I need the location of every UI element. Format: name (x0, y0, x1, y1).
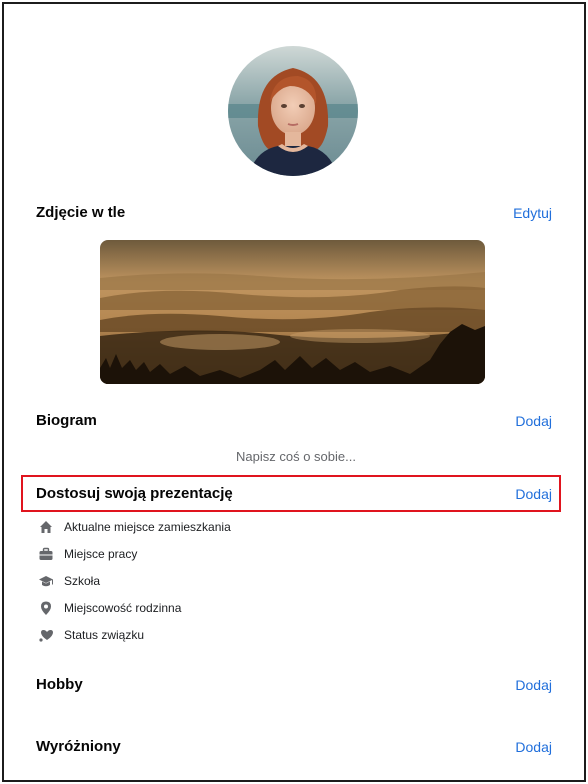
avatar[interactable] (228, 46, 358, 176)
avatar-image (228, 46, 358, 176)
add-hobby-button[interactable]: Dodaj (515, 677, 552, 693)
heart-icon (38, 627, 54, 643)
featured-title: Wyróżniony (36, 738, 121, 755)
detail-label: Status związku (64, 628, 145, 642)
location-pin-icon (38, 600, 54, 616)
profile-edit-panel: Zdjęcie w tle Edytuj Biogram Dodaj Napis… (2, 2, 586, 782)
edit-cover-button[interactable]: Edytuj (513, 205, 552, 221)
detail-relationship[interactable]: Status związku (38, 625, 144, 645)
detail-label: Miejsce pracy (64, 547, 138, 561)
bio-title: Biogram (36, 412, 97, 429)
detail-hometown[interactable]: Miejscowość rodzinna (38, 598, 181, 618)
add-featured-button[interactable]: Dodaj (515, 739, 552, 755)
cover-photo-image (100, 240, 485, 384)
briefcase-icon (38, 546, 54, 562)
cover-photo-title: Zdjęcie w tle (36, 204, 126, 221)
detail-label: Aktualne miejsce zamieszkania (64, 520, 231, 534)
home-icon (38, 519, 54, 535)
add-bio-button[interactable]: Dodaj (515, 413, 552, 429)
detail-label: Miejscowość rodzinna (64, 601, 182, 615)
detail-label: Szkoła (64, 574, 101, 588)
bio-placeholder[interactable]: Napisz coś o sobie... (4, 449, 584, 464)
intro-title: Dostosuj swoją prezentację (36, 485, 233, 502)
detail-workplace[interactable]: Miejsce pracy (38, 544, 137, 564)
hobby-title: Hobby (36, 676, 83, 693)
add-intro-button[interactable]: Dodaj (515, 486, 552, 502)
detail-school[interactable]: Szkoła (38, 571, 100, 591)
graduation-cap-icon (38, 573, 54, 589)
detail-current-city[interactable]: Aktualne miejsce zamieszkania (38, 517, 231, 537)
cover-photo[interactable] (100, 240, 485, 384)
